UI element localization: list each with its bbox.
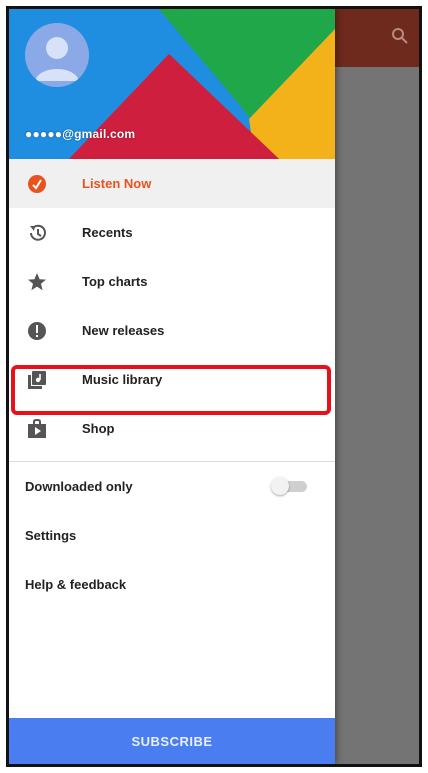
downloaded-only-toggle[interactable] <box>271 477 311 495</box>
menu-item-new-releases[interactable]: New releases <box>9 306 335 355</box>
menu-item-shop[interactable]: Shop <box>9 404 335 453</box>
drawer-menu: Listen Now Recents Top charts New releas… <box>9 159 335 609</box>
menu-item-music-library[interactable]: Music library <box>9 355 335 404</box>
listen-now-icon <box>26 173 48 195</box>
subscribe-label: SUBSCRIBE <box>131 733 213 749</box>
downloaded-only-row[interactable]: Downloaded only <box>9 462 335 511</box>
new-releases-icon <box>26 320 48 342</box>
menu-item-listen-now[interactable]: Listen Now <box>9 159 335 208</box>
recents-icon <box>26 222 48 244</box>
search-icon[interactable] <box>391 27 409 45</box>
star-icon <box>26 271 48 293</box>
phone-screen: ●●●●●@gmail.com Listen Now Recents Top c… <box>6 6 422 767</box>
drawer-header: ●●●●●@gmail.com <box>9 9 335 159</box>
settings-link[interactable]: Settings <box>9 511 335 560</box>
toggle-knob <box>271 477 289 495</box>
music-library-icon <box>26 369 48 391</box>
menu-item-label: Shop <box>82 421 115 436</box>
settings-label: Settings <box>25 528 77 543</box>
menu-item-label: Listen Now <box>82 176 152 191</box>
menu-item-label: Top charts <box>82 274 148 289</box>
help-feedback-link[interactable]: Help & feedback <box>9 560 335 609</box>
downloaded-only-label: Downloaded only <box>25 479 133 494</box>
account-email[interactable]: ●●●●●@gmail.com <box>25 127 135 141</box>
person-icon <box>35 37 79 81</box>
avatar[interactable] <box>25 23 89 87</box>
shop-icon <box>26 418 48 440</box>
navigation-drawer: ●●●●●@gmail.com Listen Now Recents Top c… <box>9 9 335 764</box>
menu-item-top-charts[interactable]: Top charts <box>9 257 335 306</box>
menu-item-label: Recents <box>82 225 133 240</box>
menu-item-recents[interactable]: Recents <box>9 208 335 257</box>
help-feedback-label: Help & feedback <box>25 577 127 592</box>
menu-item-label: Music library <box>82 372 163 387</box>
menu-item-label: New releases <box>82 323 165 338</box>
subscribe-button[interactable]: SUBSCRIBE <box>9 718 335 764</box>
